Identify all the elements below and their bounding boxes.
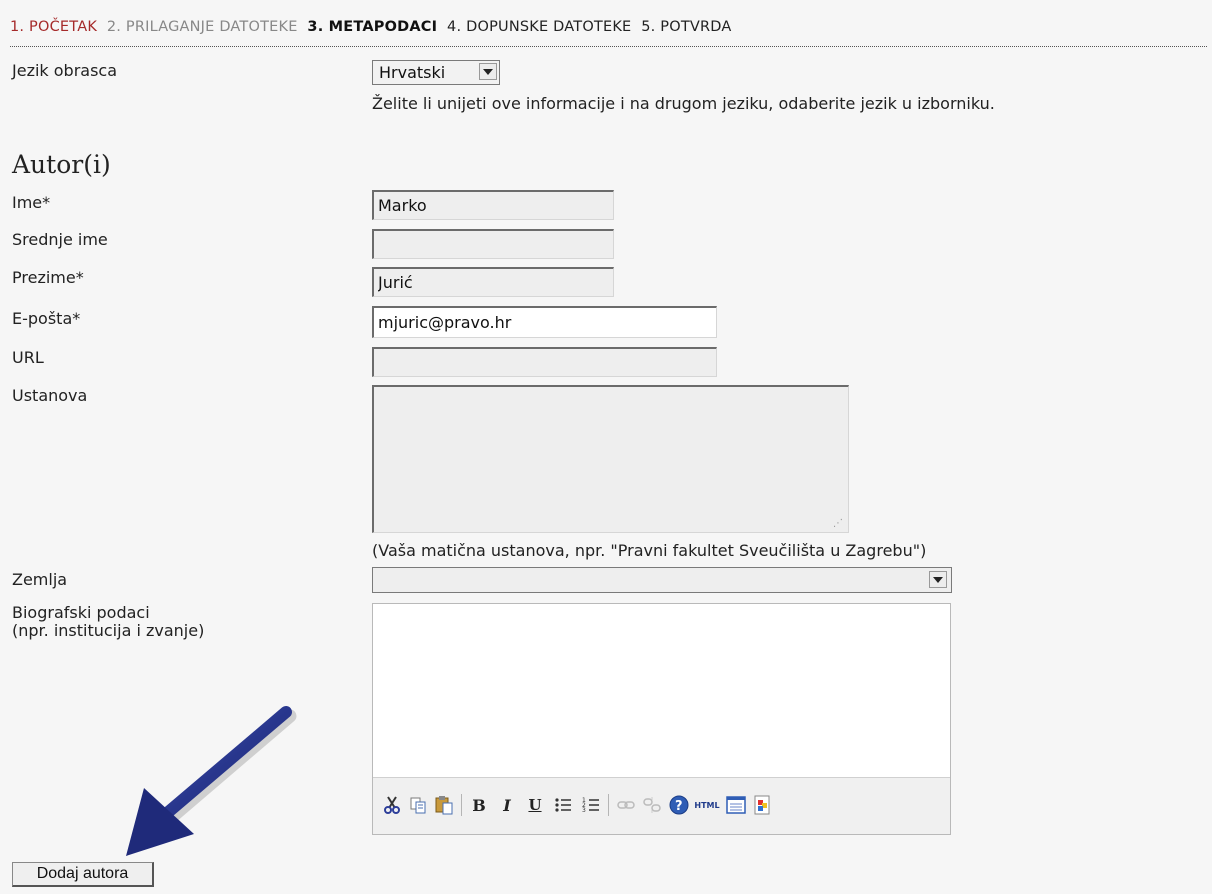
chevron-down-icon[interactable] xyxy=(929,571,947,588)
form-language-value: Hrvatski xyxy=(379,63,446,82)
link-icon[interactable] xyxy=(615,794,637,816)
form-language-select[interactable]: Hrvatski xyxy=(372,60,500,85)
affiliation-textarea[interactable] xyxy=(372,385,849,533)
numbered-list-icon[interactable]: 123 xyxy=(580,794,602,816)
step-upload-file: 2. PRILAGANJE DATOTEKE xyxy=(106,19,298,35)
url-label: URL xyxy=(12,348,44,367)
fullscreen-icon[interactable] xyxy=(725,794,747,816)
authors-heading: Autor(i) xyxy=(12,150,111,179)
submission-steps: 1. POČETAK 2. PRILAGANJE DATOTEKE 3. MET… xyxy=(10,19,1205,35)
cut-icon[interactable] xyxy=(381,794,403,816)
svg-text:?: ? xyxy=(675,799,683,814)
unlink-icon[interactable] xyxy=(641,794,663,816)
last-name-label: Prezime* xyxy=(12,268,84,287)
email-input[interactable] xyxy=(372,306,717,338)
form-language-label: Jezik obrasca xyxy=(12,61,118,80)
step-start[interactable]: 1. POČETAK xyxy=(10,19,97,35)
bold-icon[interactable]: B xyxy=(468,794,490,816)
add-author-button[interactable]: Dodaj autora xyxy=(12,862,154,887)
svg-text:3: 3 xyxy=(582,807,586,814)
underline-icon[interactable]: U xyxy=(524,794,546,816)
middle-name-input[interactable] xyxy=(372,229,614,259)
steps-divider xyxy=(10,46,1207,47)
affiliation-hint: (Vaša matična ustanova, npr. "Pravni fak… xyxy=(372,541,927,560)
italic-icon[interactable]: I xyxy=(496,794,518,816)
toolbar-separator xyxy=(461,794,462,816)
affiliation-wrapper: ⋰ xyxy=(372,385,849,533)
bio-label-line2: (npr. institucija i zvanje) xyxy=(12,621,205,640)
bullet-list-icon[interactable] xyxy=(552,794,574,816)
paste-icon[interactable] xyxy=(433,794,455,816)
first-name-label: Ime* xyxy=(12,193,51,212)
url-input[interactable] xyxy=(372,347,717,377)
chevron-down-icon[interactable] xyxy=(479,63,497,80)
country-select[interactable] xyxy=(372,567,952,593)
pointer-arrow-icon xyxy=(126,706,297,856)
html-icon[interactable]: HTML xyxy=(693,794,721,816)
first-name-input[interactable] xyxy=(372,190,614,220)
step-confirmation: 5. POTVRDA xyxy=(641,19,732,35)
image-icon[interactable] xyxy=(751,794,773,816)
resize-grip-icon[interactable]: ⋰ xyxy=(833,519,843,529)
copy-icon[interactable] xyxy=(407,794,429,816)
bio-rich-text-editor: B I U 123 ? HTML xyxy=(372,603,951,835)
last-name-input[interactable] xyxy=(372,267,614,297)
email-label: E-pošta* xyxy=(12,309,81,328)
step-supplementary-files: 4. DOPUNSKE DATOTEKE xyxy=(447,19,632,35)
country-label: Zemlja xyxy=(12,570,68,589)
affiliation-label: Ustanova xyxy=(12,386,88,405)
help-icon[interactable]: ? xyxy=(668,794,690,816)
editor-toolbar: B I U 123 ? HTML xyxy=(373,777,950,834)
middle-name-label: Srednje ime xyxy=(12,230,108,249)
bio-editor-content[interactable] xyxy=(373,604,950,778)
step-metadata: 3. METAPODACI xyxy=(307,19,438,35)
toolbar-separator xyxy=(608,794,609,816)
bio-label-line1: Biografski podaci xyxy=(12,603,150,622)
form-language-hint: Želite li unijeti ove informacije i na d… xyxy=(372,94,995,113)
